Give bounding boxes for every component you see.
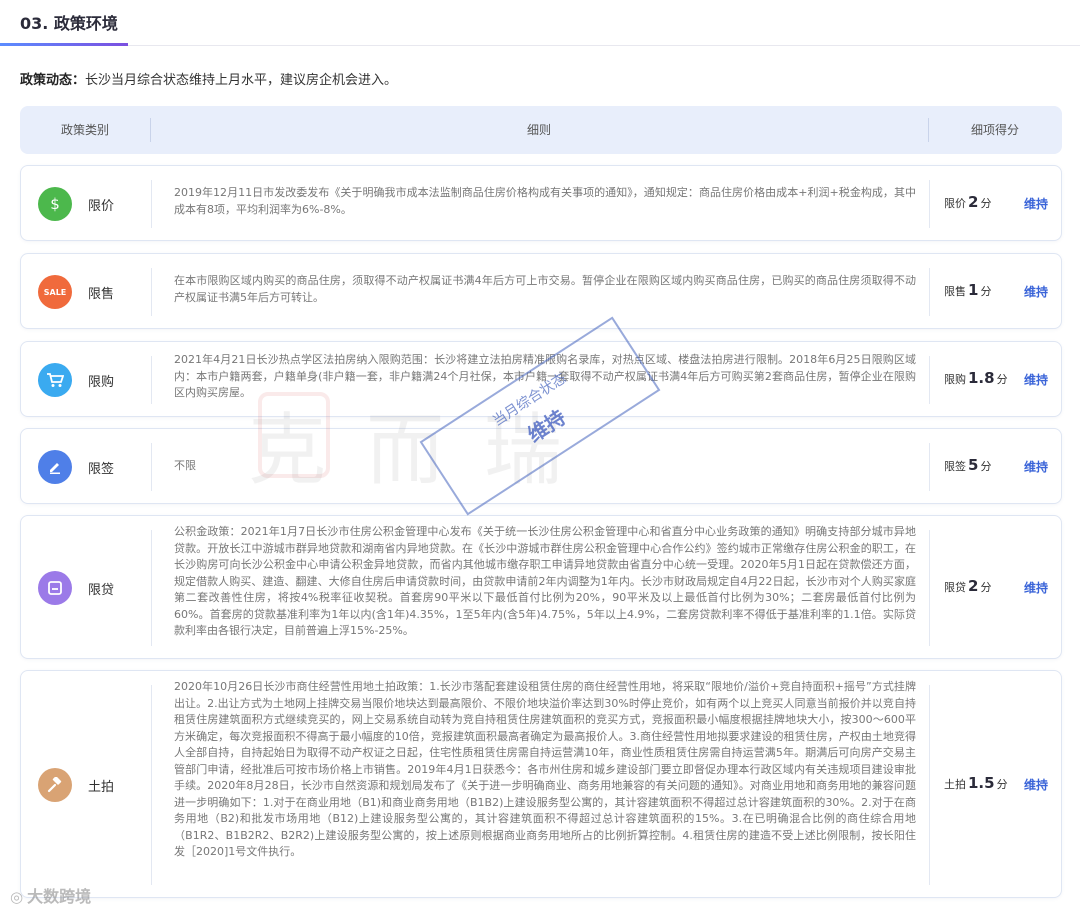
- row-divider: [151, 685, 152, 885]
- score-unit: 分: [996, 778, 1008, 791]
- loan-card-icon: [38, 571, 72, 605]
- row-divider: [929, 530, 930, 646]
- score-unit: 分: [980, 581, 992, 594]
- header-detail: 细则: [526, 123, 551, 137]
- policy-detail: 2021年4月21日长沙热点学区法拍房纳入限购范围：长沙将建立法拍房精准限购名录…: [174, 353, 916, 399]
- row-divider: [929, 356, 930, 404]
- score-value: 2: [968, 577, 979, 595]
- score-label: 限购: [944, 373, 966, 386]
- status-maintain-link[interactable]: 维持: [1024, 195, 1048, 212]
- score: 土拍 1.5 分: [944, 774, 1008, 792]
- row-divider: [151, 180, 152, 228]
- money-bag-icon: $: [38, 187, 72, 221]
- footer-watermark-text: 大数跨境: [27, 887, 92, 906]
- score-label: 限贷: [944, 581, 966, 594]
- header-category: 政策类别: [60, 123, 109, 137]
- row-divider: [929, 180, 930, 228]
- shopping-cart-icon: [38, 363, 72, 397]
- category-name: 限价: [88, 199, 115, 214]
- row-divider: [151, 268, 152, 316]
- policy-dynamic: 政策动态：长沙当月综合状态维持上月水平，建议房企机会进入。: [20, 69, 397, 88]
- category-name: 限售: [88, 287, 115, 302]
- auction-hammer-icon: [38, 768, 72, 802]
- category-name: 限签: [88, 462, 115, 477]
- policy-detail: 公积金政策：2021年1月7日长沙市住房公积金管理中心发布《关于统一长沙住房公积…: [174, 525, 916, 637]
- score: 限贷 2 分: [944, 577, 991, 595]
- category-name: 限贷: [88, 583, 115, 598]
- sale-tag-icon: SALE: [38, 275, 72, 309]
- score-value: 5: [968, 456, 979, 474]
- score-label: 限签: [944, 460, 966, 473]
- section-title: 03. 政策环境: [20, 14, 118, 33]
- header-score: 细项得分: [970, 123, 1019, 137]
- policy-row-sale-limit: SALE 限售 在本市限购区域内购买的商品住房，须取得不动产权属证书满4年后方可…: [20, 253, 1062, 329]
- policy-row-purchase-limit: 限购 2021年4月21日长沙热点学区法拍房纳入限购范围：长沙将建立法拍房精准限…: [20, 341, 1062, 417]
- policy-row-sign-limit: 限签 不限 限签 5 分 维持: [20, 428, 1062, 504]
- score-label: 限价: [944, 197, 966, 210]
- policy-row-land-auction: 土拍 2020年10月26日长沙市商住经营性用地土拍政策：1.长沙市落配套建设租…: [20, 670, 1062, 898]
- table-header: 政策类别 细则 细项得分: [20, 106, 1062, 154]
- score-unit: 分: [980, 197, 992, 210]
- pencil-sign-icon: [38, 450, 72, 484]
- row-divider: [151, 443, 152, 491]
- score-label: 限售: [944, 285, 966, 298]
- score-unit: 分: [980, 460, 992, 473]
- policy-detail: 2019年12月11日市发改委发布《关于明确我市成本法监制商品住房价格构成有关事…: [174, 186, 916, 216]
- wechat-icon: ◎: [10, 888, 24, 906]
- score: 限签 5 分: [944, 456, 991, 474]
- status-maintain-link[interactable]: 维持: [1024, 458, 1048, 475]
- score-unit: 分: [996, 373, 1008, 386]
- score: 限售 1 分: [944, 281, 991, 299]
- status-maintain-link[interactable]: 维持: [1024, 283, 1048, 300]
- row-divider: [929, 685, 930, 885]
- status-maintain-link[interactable]: 维持: [1024, 579, 1048, 596]
- title-underline: [0, 43, 128, 46]
- footer-watermark: ◎ 大数跨境: [10, 883, 91, 907]
- policy-detail: 不限: [174, 459, 196, 472]
- score-value: 1: [968, 281, 979, 299]
- row-divider: [929, 268, 930, 316]
- status-maintain-link[interactable]: 维持: [1024, 776, 1048, 793]
- policy-row-loan-limit: 限贷 公积金政策：2021年1月7日长沙市住房公积金管理中心发布《关于统一长沙住…: [20, 515, 1062, 659]
- policy-row-price-limit: $ 限价 2019年12月11日市发改委发布《关于明确我市成本法监制商品住房价格…: [20, 165, 1062, 241]
- row-divider: [929, 443, 930, 491]
- score-unit: 分: [980, 285, 992, 298]
- policy-detail: 在本市限购区域内购买的商品住房，须取得不动产权属证书满4年后方可上市交易。暂停企…: [174, 274, 916, 304]
- policy-detail: 2020年10月26日长沙市商住经营性用地土拍政策：1.长沙市落配套建设租赁住房…: [174, 680, 916, 858]
- policy-dynamic-text: 长沙当月综合状态维持上月水平，建议房企机会进入。: [85, 73, 398, 88]
- score: 限价 2 分: [944, 193, 991, 211]
- score-value: 2: [968, 193, 979, 211]
- category-name: 限购: [88, 375, 115, 390]
- score: 限购 1.8 分: [944, 369, 1008, 387]
- score-value: 1.5: [968, 774, 995, 792]
- policy-dynamic-label: 政策动态：: [20, 73, 86, 88]
- score-label: 土拍: [944, 778, 966, 791]
- category-name: 土拍: [88, 780, 115, 795]
- section-header: 03. 政策环境: [0, 0, 1080, 46]
- row-divider: [151, 530, 152, 646]
- row-divider: [151, 356, 152, 404]
- status-maintain-link[interactable]: 维持: [1024, 371, 1048, 388]
- score-value: 1.8: [968, 369, 995, 387]
